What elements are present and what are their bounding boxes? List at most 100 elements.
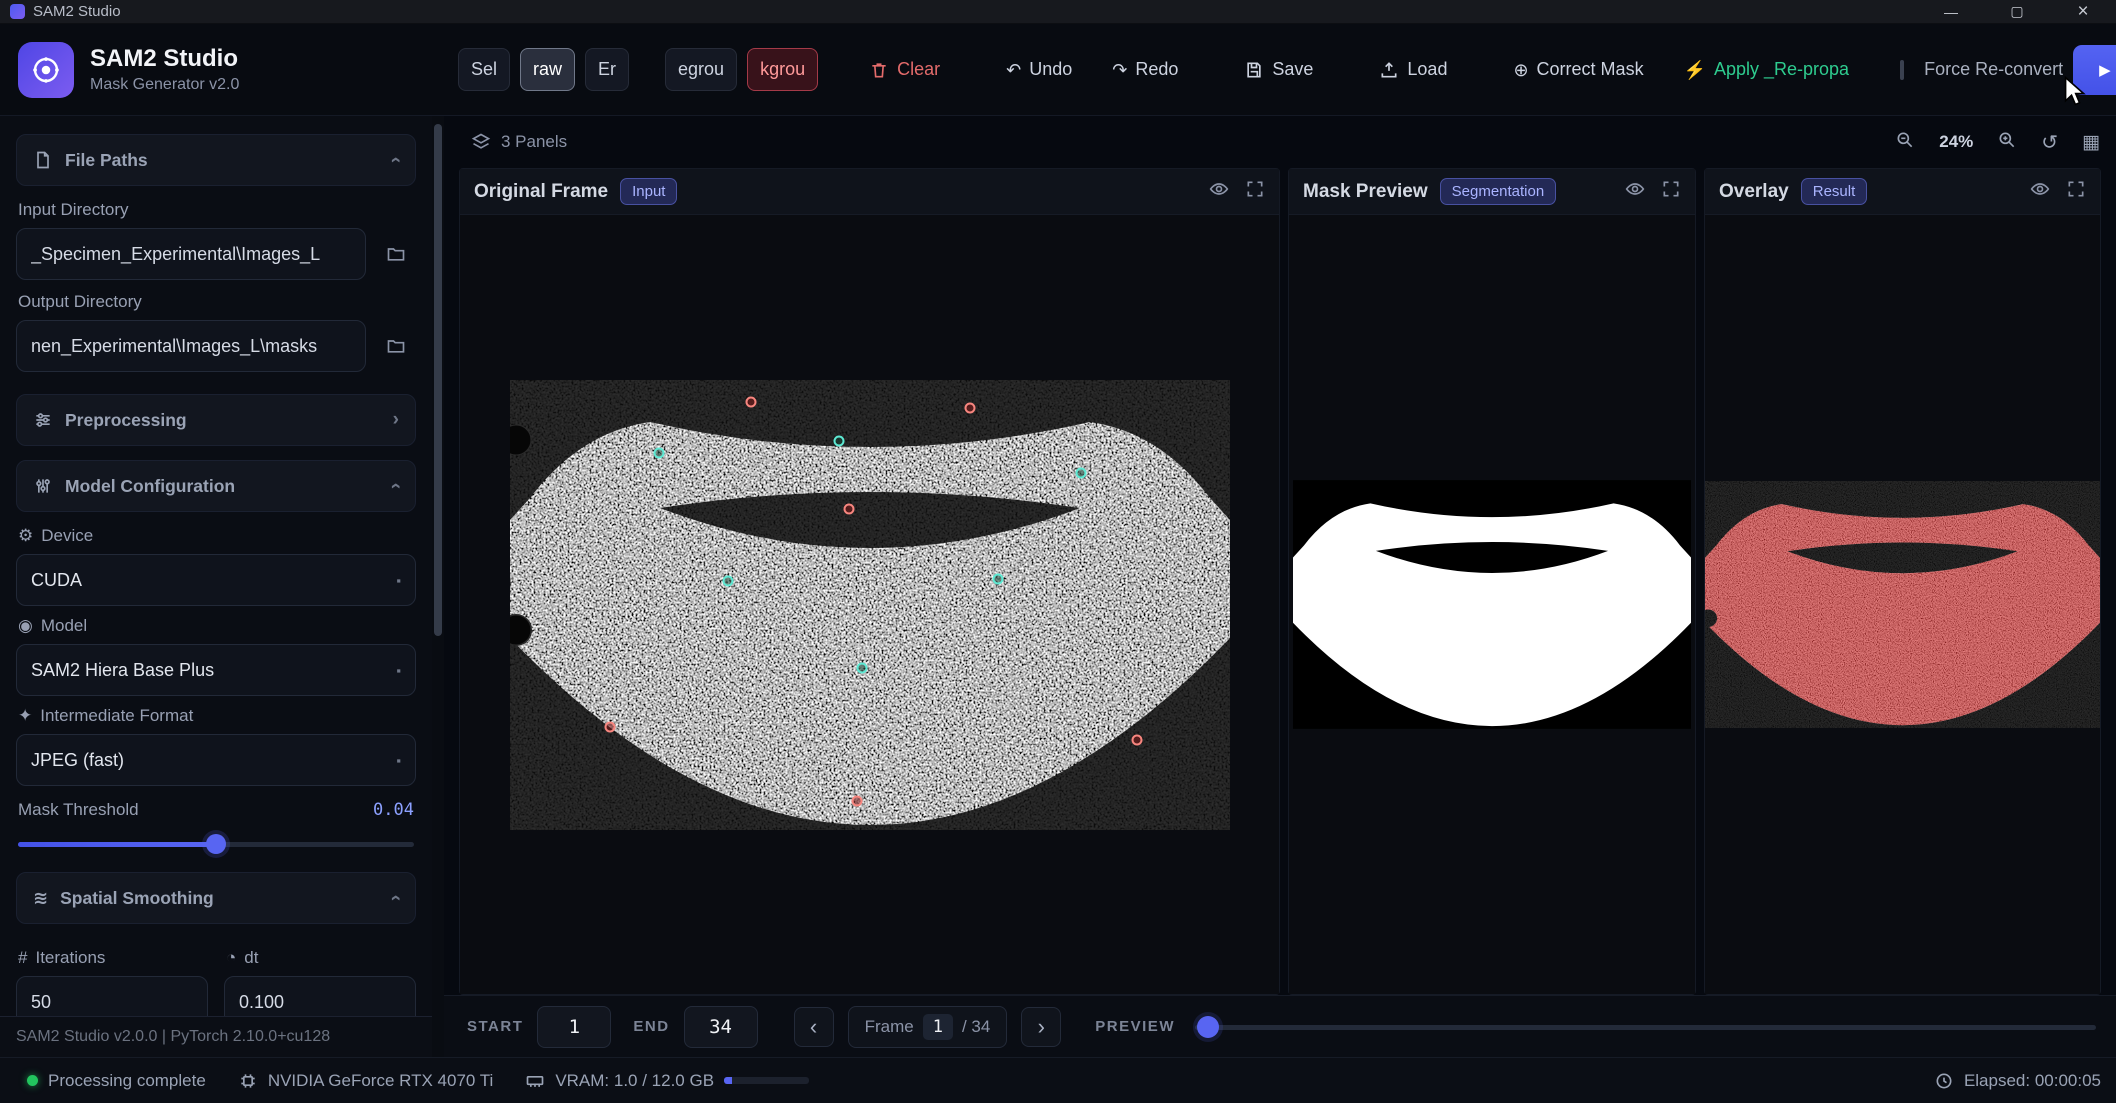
mask-threshold-slider[interactable] — [18, 834, 414, 854]
save-button[interactable]: Save — [1229, 48, 1328, 91]
load-button[interactable]: Load — [1364, 48, 1462, 91]
visibility-toggle[interactable] — [2030, 179, 2050, 204]
slider-thumb[interactable] — [1197, 1016, 1219, 1038]
main-area: 3 Panels 24% ↺ ▦ Original — [444, 116, 2116, 1057]
titlebar: SAM2 Studio — ▢ × — [0, 0, 2116, 24]
format-value: JPEG (fast) — [31, 750, 124, 771]
panel-mask-preview: Mask Preview Segmentation — [1288, 168, 1696, 995]
dropdown-icon: ▪ — [396, 573, 401, 588]
negative-point — [746, 396, 757, 407]
expand-panel-button[interactable] — [1245, 179, 1265, 204]
original-frame-canvas[interactable] — [460, 215, 1279, 994]
folder-icon — [386, 336, 406, 356]
elapsed-text: Elapsed: 00:00:05 — [1964, 1071, 2101, 1091]
panel-title: Mask Preview — [1303, 181, 1428, 203]
background-label: kgrou — [760, 59, 805, 80]
chevron-right-icon: › — [1038, 1014, 1045, 1040]
input-directory-field[interactable] — [16, 228, 366, 280]
folder-icon — [386, 244, 406, 264]
background-button[interactable]: kgrou — [747, 48, 818, 91]
lightning-icon: ⚡ — [1684, 61, 1706, 79]
document-icon — [33, 150, 53, 170]
zoom-out-icon — [1895, 130, 1915, 150]
erase-tool-label: Er — [598, 59, 616, 80]
toolbar: Sel raw Er egrou kgrou Clear ↶ Undo ↷ Re… — [458, 45, 2116, 95]
segmentation-badge: Segmentation — [1440, 178, 1557, 205]
memory-icon — [525, 1071, 545, 1091]
maximize-button[interactable]: ▢ — [1984, 0, 2050, 23]
erase-tool-button[interactable]: Er — [585, 48, 629, 91]
positive-point — [856, 663, 867, 674]
maximize-icon: ▢ — [2010, 3, 2023, 20]
select-tool-label: Sel — [471, 59, 497, 80]
overlay-canvas[interactable] — [1705, 215, 2100, 994]
start-frame-field[interactable] — [537, 1006, 611, 1048]
grid-icon: ▦ — [2082, 132, 2100, 153]
positive-point — [833, 435, 844, 446]
model-value: SAM2 Hiera Base Plus — [31, 660, 214, 681]
reset-icon: ↺ — [2041, 132, 2058, 154]
minimize-button[interactable]: — — [1918, 0, 1984, 23]
slider-thumb[interactable] — [206, 834, 226, 854]
section-title: Preprocessing — [65, 410, 187, 431]
expand-panel-button[interactable] — [1661, 179, 1681, 204]
mask-preview-canvas[interactable] — [1289, 215, 1695, 994]
section-preprocessing[interactable]: Preprocessing › — [16, 394, 416, 446]
redo-button[interactable]: ↷ Redo — [1097, 48, 1193, 91]
expand-icon — [1245, 179, 1265, 199]
sidebar-footer: SAM2 Studio v2.0.0 | PyTorch 2.10.0+cu12… — [0, 1016, 432, 1057]
draw-tool-button[interactable]: raw — [520, 48, 575, 91]
mask-threshold-value: 0.04 — [373, 800, 414, 820]
dropdown-icon: ▪ — [396, 753, 401, 768]
grid-layout-button[interactable]: ▦ — [2082, 131, 2100, 154]
apply-repropagate-button[interactable]: ⚡ Apply _Re-propa — [1669, 48, 1865, 91]
reset-view-button[interactable]: ↺ — [2041, 130, 2058, 155]
sidebar-scrollbar[interactable] — [432, 116, 444, 1057]
panel-title: Original Frame — [474, 181, 608, 203]
output-directory-label: Output Directory — [18, 292, 414, 312]
section-file-paths[interactable]: File Paths › — [16, 134, 416, 186]
chevron-left-icon: ‹ — [810, 1014, 817, 1040]
zoom-out-button[interactable] — [1895, 130, 1915, 155]
expand-panel-button[interactable] — [2066, 179, 2086, 204]
section-model-configuration[interactable]: Model Configuration › — [16, 460, 416, 512]
visibility-toggle[interactable] — [1209, 179, 1229, 204]
clear-button[interactable]: Clear — [854, 48, 955, 91]
format-select[interactable]: JPEG (fast) ▪ — [16, 734, 416, 786]
preview-label: PREVIEW — [1095, 1018, 1175, 1035]
output-directory-field[interactable] — [16, 320, 366, 372]
device-select[interactable]: CUDA ▪ — [16, 554, 416, 606]
foreground-button[interactable]: egrou — [665, 48, 737, 91]
browse-output-button[interactable] — [376, 326, 416, 366]
sparkle-icon: ✦ — [18, 706, 32, 726]
eye-icon — [1209, 179, 1229, 199]
close-button[interactable]: × — [2050, 0, 2116, 23]
overlay-image — [1705, 480, 2100, 729]
expand-icon — [2066, 179, 2086, 199]
correct-mask-label: Correct Mask — [1537, 59, 1644, 80]
end-label: END — [633, 1018, 669, 1035]
preview-slider[interactable] — [1195, 1016, 2096, 1038]
force-reconvert-checkbox[interactable] — [1900, 60, 1904, 80]
visibility-toggle[interactable] — [1625, 179, 1645, 204]
undo-label: Undo — [1029, 59, 1072, 80]
undo-button[interactable]: ↶ Undo — [991, 48, 1087, 91]
browse-input-button[interactable] — [376, 234, 416, 274]
positive-point — [1076, 467, 1087, 478]
device-label: Device — [41, 526, 93, 546]
save-label: Save — [1272, 59, 1313, 80]
redo-label: Redo — [1135, 59, 1178, 80]
section-spatial-smoothing[interactable]: ≋ Spatial Smoothing › — [16, 872, 416, 924]
correct-mask-button[interactable]: ⊕ Correct Mask — [1498, 48, 1658, 91]
scrollbar-thumb[interactable] — [434, 124, 442, 636]
next-frame-button[interactable]: › — [1021, 1007, 1061, 1047]
previous-frame-button[interactable]: ‹ — [794, 1007, 834, 1047]
zoom-in-button[interactable] — [1997, 130, 2017, 155]
model-select[interactable]: SAM2 Hiera Base Plus ▪ — [16, 644, 416, 696]
frame-image-points — [510, 380, 1230, 830]
trash-icon — [869, 60, 889, 80]
start-processing-button[interactable]: ▶ Start Processing — [2073, 45, 2116, 95]
frame-label: Frame — [865, 1017, 914, 1037]
end-frame-field[interactable] — [684, 1006, 758, 1048]
select-tool-button[interactable]: Sel — [458, 48, 510, 91]
